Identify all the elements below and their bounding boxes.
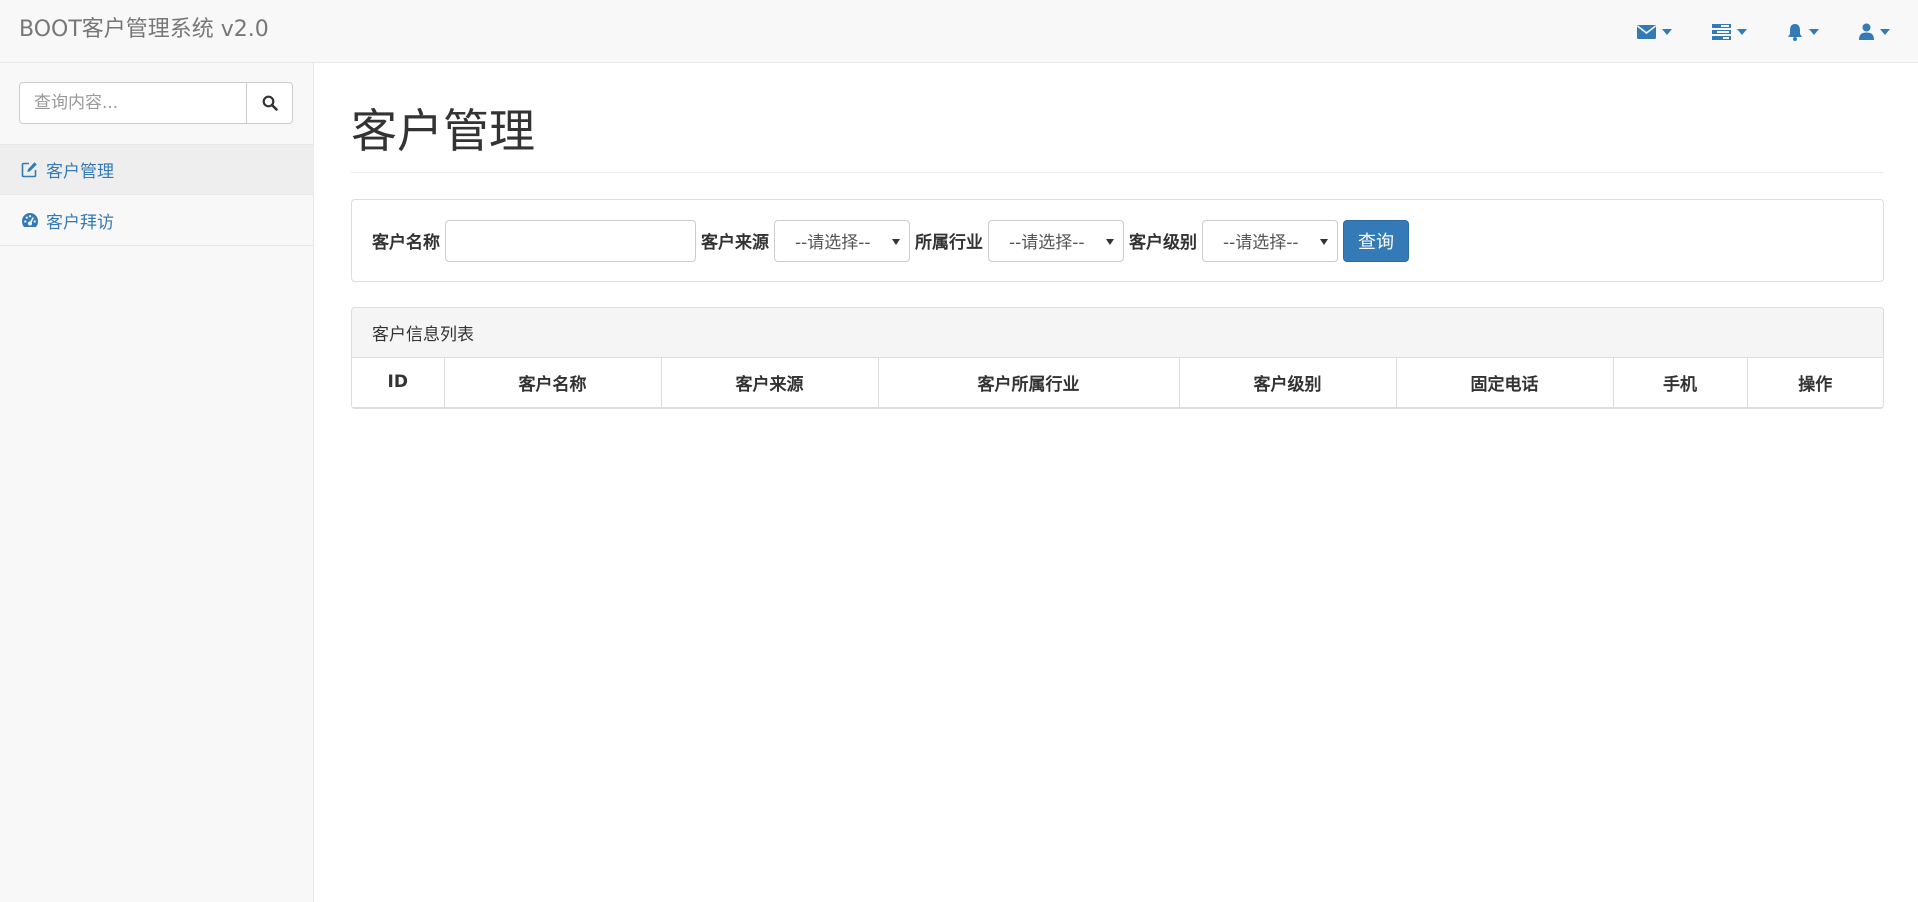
search-icon — [262, 95, 278, 111]
dropdown-arrow-icon — [892, 238, 900, 245]
column-header-mobile[interactable]: 手机 — [1613, 358, 1748, 408]
navbar-right-menu — [1597, 0, 1890, 63]
app-brand[interactable]: BOOT客户管理系统 v2.0 — [19, 0, 269, 63]
customer-name-label: 客户名称 — [372, 233, 440, 253]
sidebar: 客户管理 客户拜访 — [0, 63, 314, 902]
top-navbar: BOOT客户管理系统 v2.0 — [0, 0, 1918, 63]
envelope-icon — [1637, 24, 1656, 39]
customer-list-panel: 客户信息列表 ID 客户名称 客户来源 客户所属行业 客户级别 固定电话 手机 … — [351, 307, 1884, 409]
industry-select[interactable]: --请选择-- — [988, 219, 1124, 262]
sidebar-search-button[interactable] — [246, 82, 293, 124]
sidebar-item-label: 客户拜访 — [46, 212, 114, 233]
customer-level-select[interactable]: --请选择-- — [1202, 219, 1338, 262]
chevron-down-icon — [1809, 28, 1819, 35]
column-header-customer-level[interactable]: 客户级别 — [1179, 358, 1397, 408]
tasks-dropdown[interactable] — [1712, 23, 1747, 40]
sidebar-item-customer-management[interactable]: 客户管理 — [0, 144, 314, 195]
query-button[interactable]: 查询 — [1343, 219, 1409, 262]
tasks-icon — [1712, 23, 1731, 40]
column-header-customer-name[interactable]: 客户名称 — [444, 358, 662, 408]
sidebar-item-customer-visits[interactable]: 客户拜访 — [0, 195, 314, 246]
chevron-down-icon — [1880, 28, 1890, 35]
edit-icon — [21, 161, 39, 179]
sidebar-search-input[interactable] — [19, 82, 246, 124]
user-dropdown[interactable] — [1859, 23, 1890, 40]
column-header-actions: 操作 — [1747, 358, 1883, 408]
customer-source-select[interactable]: --请选择-- — [774, 219, 910, 262]
dropdown-arrow-icon — [1320, 238, 1328, 245]
sidebar-item-label: 客户管理 — [46, 162, 114, 182]
customer-name-input[interactable] — [445, 219, 696, 262]
customer-source-label: 客户来源 — [701, 233, 769, 253]
filter-form: 客户名称 客户来源 --请选择-- 所属行业 --请选择-- 客户级别 --请选… — [351, 199, 1884, 282]
column-header-customer-source[interactable]: 客户来源 — [661, 358, 879, 408]
divider — [351, 172, 1884, 173]
messages-dropdown[interactable] — [1637, 24, 1672, 39]
customer-level-value: --请选择-- — [1223, 233, 1299, 253]
dashboard-icon — [21, 211, 39, 229]
column-header-id[interactable]: ID — [352, 358, 445, 408]
industry-label: 所属行业 — [915, 233, 983, 253]
industry-value: --请选择-- — [1009, 233, 1085, 253]
bell-icon — [1788, 23, 1802, 41]
panel-heading: 客户信息列表 — [352, 308, 1883, 358]
customer-table: ID 客户名称 客户来源 客户所属行业 客户级别 固定电话 手机 操作 — [352, 358, 1883, 408]
chevron-down-icon — [1737, 28, 1747, 35]
user-icon — [1859, 23, 1874, 40]
sidebar-search — [19, 82, 293, 124]
column-header-industry[interactable]: 客户所属行业 — [878, 358, 1180, 408]
page-title: 客户管理 — [351, 104, 535, 158]
column-header-landline[interactable]: 固定电话 — [1396, 358, 1614, 408]
customer-source-value: --请选择-- — [795, 233, 871, 253]
alerts-dropdown[interactable] — [1787, 23, 1819, 41]
customer-level-label: 客户级别 — [1129, 233, 1197, 253]
chevron-down-icon — [1662, 28, 1672, 35]
dropdown-arrow-icon — [1106, 238, 1114, 245]
table-header-row: ID 客户名称 客户来源 客户所属行业 客户级别 固定电话 手机 操作 — [352, 358, 1883, 408]
sidebar-menu: 客户管理 客户拜访 — [0, 144, 314, 246]
